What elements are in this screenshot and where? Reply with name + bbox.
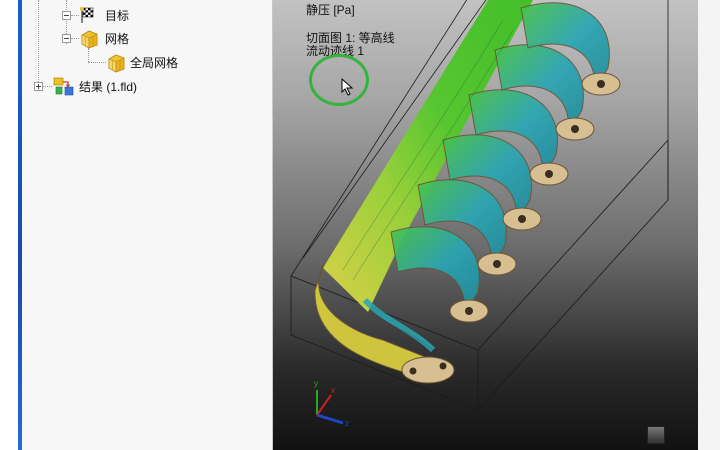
mouse-pointer-icon	[341, 77, 355, 101]
axis-triad-icon: y x z	[314, 379, 349, 428]
feature-tree-panel: 目标 网格 全局网格 结果 (1.fld)	[22, 0, 273, 450]
viewport-legend-cut-plot: 切面图 1: 等高线	[306, 31, 395, 45]
window-right-margin	[698, 0, 720, 450]
svg-text:z: z	[345, 419, 349, 428]
mesh-cube-icon	[79, 29, 98, 49]
tree-connector	[88, 62, 106, 63]
tree-connector	[71, 38, 79, 39]
tree-connector	[38, 0, 39, 86]
results-icon	[53, 77, 74, 96]
tree-item-targets[interactable]: 目标	[105, 9, 129, 23]
expander-mesh[interactable]	[62, 34, 71, 43]
desktop-margin	[0, 0, 18, 450]
expander-results[interactable]	[34, 82, 43, 91]
viewport-title: 静压 [Pa]	[306, 3, 355, 17]
svg-text:x: x	[331, 386, 335, 395]
tree-connector	[43, 86, 52, 87]
goal-flag-icon	[79, 6, 97, 24]
viewport-corner-button[interactable]	[647, 426, 665, 444]
tree-item-global-mesh[interactable]: 全局网格	[130, 56, 178, 70]
cursor-highlight-ring	[309, 54, 369, 106]
tree-item-mesh[interactable]: 网格	[105, 32, 129, 46]
svg-text:y: y	[314, 379, 318, 388]
global-mesh-cube-icon	[106, 53, 125, 73]
tree-connector	[71, 15, 79, 16]
tree-item-results[interactable]: 结果 (1.fld)	[79, 80, 137, 94]
tree-connector	[88, 48, 89, 62]
expander-targets[interactable]	[62, 11, 71, 20]
